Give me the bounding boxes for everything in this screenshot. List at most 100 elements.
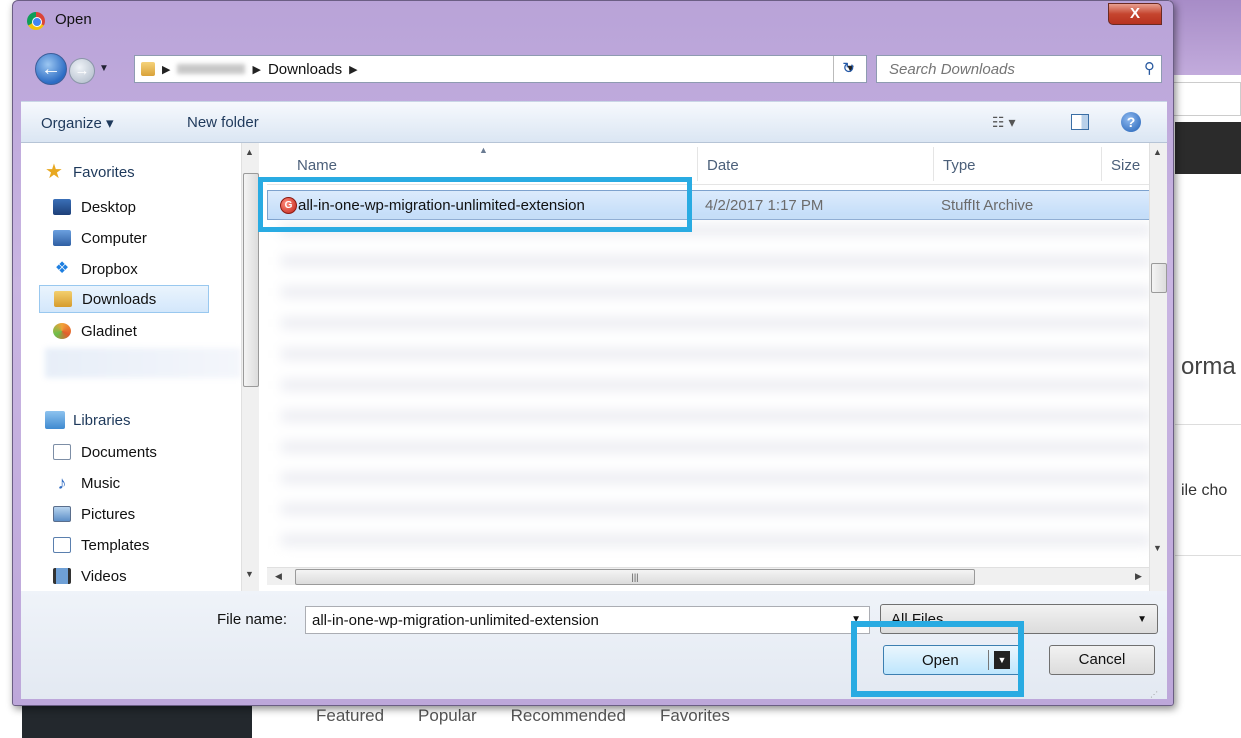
videos-icon — [53, 568, 71, 584]
chevron-down-icon[interactable]: ▼ — [1137, 614, 1147, 625]
divider — [1175, 424, 1241, 425]
search-box[interactable]: ⚲ — [876, 55, 1162, 83]
scroll-thumb[interactable]: ||| — [295, 569, 975, 585]
view-options-icon[interactable]: ☷ ▾ — [992, 114, 1015, 131]
navigation-pane: ★ Favorites Desktop Computer ❖ Dropbox D… — [21, 143, 259, 591]
sidebar-item-label: Dropbox — [81, 260, 138, 278]
highlight-box-open — [851, 621, 1024, 697]
file-name-input[interactable] — [306, 611, 826, 629]
libraries-icon — [45, 411, 65, 429]
templates-icon — [53, 537, 71, 553]
sidebar-item-music[interactable]: ♪ Music — [53, 469, 245, 497]
column-divider[interactable] — [697, 147, 698, 181]
browser-tab-strip — [1170, 0, 1241, 75]
tab-recommended[interactable]: Recommended — [511, 706, 626, 726]
back-button[interactable]: ← — [35, 53, 67, 85]
help-icon[interactable]: ? — [1121, 112, 1141, 132]
tab-popular[interactable]: Popular — [418, 706, 477, 726]
downloads-folder-icon — [54, 291, 72, 307]
new-folder-button[interactable]: New folder — [187, 114, 259, 131]
favorites-label: Favorites — [73, 163, 135, 181]
sidebar-item-label: Music — [81, 474, 121, 492]
folder-icon — [141, 62, 155, 76]
tab-featured[interactable]: Featured — [316, 706, 384, 726]
admin-bar — [1175, 122, 1241, 174]
scroll-right-icon[interactable]: ▶ — [1135, 571, 1142, 582]
breadcrumb-bar[interactable]: ▶ ▶ Downloads ▶ ▼ — [134, 55, 867, 83]
blurred-user-folder[interactable] — [177, 64, 246, 74]
preview-pane-icon[interactable] — [1071, 114, 1089, 130]
pictures-icon — [53, 506, 71, 522]
chevron-right-icon[interactable]: ▶ — [162, 63, 170, 76]
music-icon: ♪ — [57, 473, 67, 493]
background-heading: orma — [1181, 353, 1236, 380]
sidebar-item-gladinet[interactable]: Gladinet — [53, 317, 245, 345]
dialog-title: Open — [55, 11, 92, 28]
scroll-thumb[interactable] — [1151, 263, 1167, 293]
blurred-item — [45, 348, 241, 378]
open-file-dialog: Open X ← → ▼ ▶ ▶ Downloads ▶ ▼ ↻ ⚲ Organ… — [12, 0, 1174, 706]
computer-icon — [53, 230, 71, 246]
sidebar-item-videos[interactable]: Videos — [53, 562, 245, 590]
column-header-name[interactable]: Name — [297, 157, 337, 174]
column-divider[interactable] — [933, 147, 934, 181]
sidebar-item-label: Pictures — [81, 505, 136, 523]
breadcrumb-downloads[interactable]: Downloads — [268, 61, 342, 78]
forward-button[interactable]: → — [69, 58, 95, 84]
sidebar-item-label: Downloads — [82, 290, 157, 308]
sidebar-item-documents[interactable]: Documents — [53, 438, 245, 466]
scroll-left-icon[interactable]: ◀ — [275, 571, 282, 582]
scroll-down-icon[interactable]: ▼ — [1153, 543, 1162, 553]
scroll-up-icon[interactable]: ▲ — [245, 147, 254, 157]
browser-address-bar[interactable] — [1172, 82, 1241, 116]
recent-pages-dropdown-icon[interactable]: ▼ — [99, 63, 109, 74]
libraries-header[interactable]: Libraries — [45, 411, 131, 429]
scroll-up-icon[interactable]: ▲ — [1153, 147, 1162, 157]
file-list-scrollbar[interactable]: ▲ ▼ — [1149, 143, 1167, 591]
file-name-combo[interactable]: ▼ — [305, 606, 870, 634]
scroll-thumb[interactable] — [243, 173, 259, 387]
sidebar-item-label: Gladinet — [81, 322, 137, 340]
scroll-down-icon[interactable]: ▼ — [245, 569, 254, 579]
sidebar-item-pictures[interactable]: Pictures — [53, 500, 245, 528]
chrome-icon — [27, 12, 45, 30]
search-icon[interactable]: ⚲ — [1144, 59, 1155, 77]
blurred-file-rows — [281, 225, 1151, 555]
libraries-label: Libraries — [73, 411, 131, 429]
column-divider[interactable] — [1101, 147, 1102, 181]
background-text: ile cho — [1181, 482, 1228, 499]
cancel-button[interactable]: Cancel — [1049, 645, 1155, 675]
horizontal-scrollbar[interactable]: ◀ ||| ▶ — [267, 567, 1149, 585]
column-header-date[interactable]: Date — [707, 157, 739, 174]
refresh-icon[interactable]: ↻ — [833, 56, 863, 82]
column-header-size[interactable]: Size — [1111, 157, 1140, 174]
title-bar[interactable]: Open X — [13, 1, 1173, 39]
chevron-right-icon[interactable]: ▶ — [252, 63, 260, 76]
sidebar-item-dropbox[interactable]: ❖ Dropbox — [53, 255, 245, 283]
navigation-scrollbar[interactable]: ▲ ▼ — [241, 143, 259, 591]
sidebar-item-computer[interactable]: Computer — [53, 224, 245, 252]
chevron-right-icon[interactable]: ▶ — [349, 63, 357, 76]
file-type: StuffIt Archive — [941, 197, 1034, 214]
gladinet-icon — [53, 323, 71, 339]
column-header-type[interactable]: Type — [943, 157, 976, 174]
sort-ascending-icon: ▲ — [479, 145, 488, 155]
favorites-header[interactable]: ★ Favorites — [45, 161, 135, 183]
search-input[interactable] — [877, 60, 1117, 78]
organize-button[interactable]: Organize ▾ — [41, 114, 114, 132]
sidebar-item-label: Desktop — [81, 198, 137, 216]
sidebar-item-desktop[interactable]: Desktop — [53, 193, 245, 221]
star-icon: ★ — [45, 161, 63, 183]
documents-icon — [53, 444, 71, 460]
navigation-row: ← → ▼ ▶ ▶ Downloads ▶ ▼ ↻ ⚲ — [13, 49, 1173, 89]
sidebar-item-label: Videos — [81, 567, 127, 585]
file-name-label: File name: — [217, 611, 288, 628]
tab-favorites[interactable]: Favorites — [660, 706, 730, 726]
sidebar-item-templates[interactable]: Templates — [53, 531, 245, 559]
close-button[interactable]: X — [1108, 3, 1162, 25]
resize-grip-icon[interactable]: ⋰ — [1150, 690, 1158, 699]
sidebar-item-downloads[interactable]: Downloads — [39, 285, 209, 313]
file-date: 4/2/2017 1:17 PM — [705, 197, 824, 214]
command-toolbar: Organize ▾ New folder ☷ ▾ ? — [21, 101, 1167, 143]
desktop-icon — [53, 199, 71, 215]
